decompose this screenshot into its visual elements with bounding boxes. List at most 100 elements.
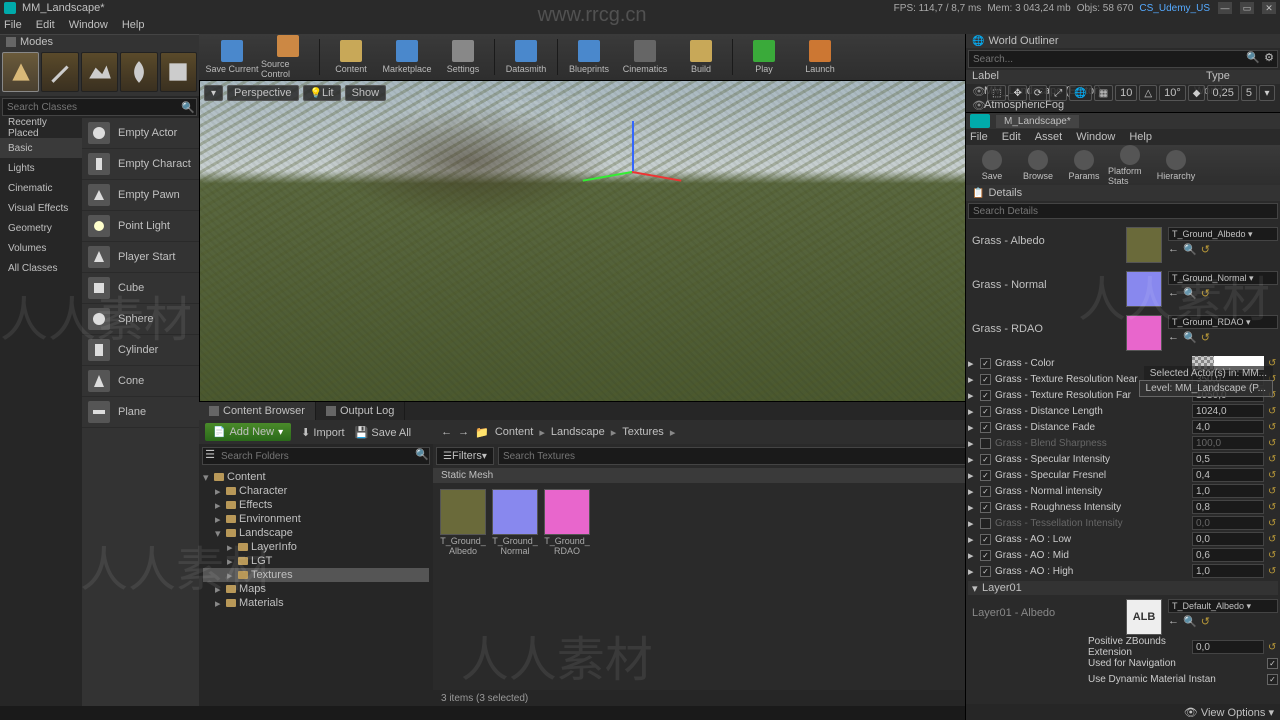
category-visual-effects[interactable]: Visual Effects	[0, 198, 82, 218]
browse-icon[interactable]: 🔍	[1183, 287, 1197, 300]
category-all-classes[interactable]: All Classes	[0, 258, 82, 278]
wo-search-input[interactable]	[969, 51, 1245, 67]
mat-menu-window[interactable]: Window	[1076, 131, 1115, 143]
datasmith-button[interactable]: Datasmith	[499, 35, 553, 79]
close-button[interactable]: ✕	[1262, 2, 1276, 14]
param-value[interactable]: 1,0	[1192, 564, 1264, 578]
param-checkbox[interactable]	[980, 358, 991, 369]
eye-icon[interactable]: 👁	[972, 85, 984, 98]
actor-cube[interactable]: Cube	[82, 273, 199, 304]
category-cinematic[interactable]: Cinematic	[0, 178, 82, 198]
param-value[interactable]: 0,4	[1192, 468, 1264, 482]
expand-arrow-icon[interactable]: ▸	[968, 549, 976, 562]
param-value[interactable]: 0,0	[1192, 516, 1264, 530]
param-value[interactable]: 0,6	[1192, 548, 1264, 562]
eye-icon[interactable]: 👁	[972, 99, 984, 112]
use-selected-icon[interactable]: ←	[1168, 287, 1179, 300]
param-checkbox[interactable]	[980, 470, 991, 481]
mat-params-button[interactable]: Params	[1062, 150, 1106, 181]
tree-landscape[interactable]: ▾Landscape	[203, 526, 429, 540]
grid-snap-value[interactable]: 10	[1115, 85, 1137, 101]
expand-arrow-icon[interactable]: ▸	[968, 357, 976, 370]
build-button[interactable]: Build	[674, 35, 728, 79]
texture-name-dropdown[interactable]: T_Default_Albedo ▾	[1168, 599, 1278, 613]
tree-maps[interactable]: ▸Maps	[203, 582, 429, 596]
actor-empty-pawn[interactable]: Empty Pawn	[82, 180, 199, 211]
param-checkbox[interactable]	[980, 422, 991, 433]
expand-arrow-icon[interactable]: ▸	[968, 453, 976, 466]
expand-arrow-icon[interactable]: ▸	[968, 501, 976, 514]
reset-icon[interactable]: ↺	[1268, 518, 1278, 529]
param-checkbox[interactable]	[980, 566, 991, 577]
mat-menu-file[interactable]: File	[970, 131, 988, 143]
filter-icon[interactable]: ☰	[203, 448, 217, 464]
menu-edit[interactable]: Edit	[36, 19, 55, 31]
thumb-t_ground_rdao[interactable]: T_Ground_RDAO	[543, 489, 591, 557]
scale-snap-value[interactable]: 0,25	[1207, 85, 1238, 101]
reset-icon[interactable]: ↺	[1268, 470, 1278, 481]
expand-arrow-icon[interactable]: ▸	[968, 485, 976, 498]
reset-icon[interactable]: ↺	[1268, 422, 1278, 433]
expand-arrow-icon[interactable]: ▸	[968, 517, 976, 530]
mat-tab[interactable]: M_Landscape*	[996, 115, 1079, 128]
coord-space[interactable]: 🌐	[1069, 85, 1091, 101]
actor-cylinder[interactable]: Cylinder	[82, 335, 199, 366]
cb-search-input[interactable]	[217, 448, 415, 464]
view-options-button[interactable]: 👁 View Options ▾	[1184, 706, 1274, 719]
param-value[interactable]: 4,0	[1192, 420, 1264, 434]
actor-plane[interactable]: Plane	[82, 397, 199, 428]
angle-snap-icon[interactable]: △	[1139, 85, 1157, 101]
param-checkbox[interactable]	[980, 438, 991, 449]
transform-select[interactable]: ⬚	[987, 85, 1006, 101]
mode-landscape[interactable]	[81, 52, 118, 92]
actor-point-light[interactable]: Point Light	[82, 211, 199, 242]
expand-arrow-icon[interactable]: ▸	[968, 437, 976, 450]
surface-snap[interactable]: ▦	[1094, 85, 1113, 101]
play-button[interactable]: Play	[737, 35, 791, 79]
bp-button[interactable]: Blueprints	[562, 35, 616, 79]
param-checkbox[interactable]	[980, 486, 991, 497]
tab-output-log[interactable]: Output Log	[316, 402, 405, 420]
param-value[interactable]: 1,0	[1192, 484, 1264, 498]
mode-foliage[interactable]	[120, 52, 157, 92]
reset-icon[interactable]: ↺	[1268, 438, 1278, 449]
use-selected-icon[interactable]: ←	[1168, 615, 1179, 628]
browse-icon[interactable]: 🔍	[1183, 615, 1197, 628]
tree-content[interactable]: ▾Content	[203, 470, 429, 484]
layer-group-header[interactable]: ▾Layer01	[968, 581, 1278, 595]
viewport-menu-button[interactable]: ▾	[204, 85, 223, 101]
maximize-viewport[interactable]: ▾	[1259, 85, 1275, 101]
tree-textures[interactable]: ▸Textures	[203, 568, 429, 582]
use-selected-icon[interactable]: ←	[1168, 243, 1179, 256]
save-button[interactable]: Save Current	[205, 35, 259, 79]
param-value[interactable]: 0,0	[1192, 532, 1264, 546]
actor-player-start[interactable]: Player Start	[82, 242, 199, 273]
reset-icon[interactable]: ↺	[1268, 534, 1278, 545]
crumb-content[interactable]: Content	[495, 426, 534, 438]
tree-effects[interactable]: ▸Effects	[203, 498, 429, 512]
reset-icon[interactable]: ↺	[1268, 454, 1278, 465]
menu-window[interactable]: Window	[69, 19, 108, 31]
mode-geometry[interactable]	[160, 52, 197, 92]
lit-button[interactable]: 💡Lit	[303, 85, 341, 101]
param-checkbox[interactable]	[980, 518, 991, 529]
transform-scale[interactable]: ⤢	[1049, 85, 1067, 101]
expand-arrow-icon[interactable]: ▸	[968, 389, 976, 402]
category-volumes[interactable]: Volumes	[0, 238, 82, 258]
reset-icon[interactable]: ↺	[1201, 243, 1210, 256]
minimize-button[interactable]: —	[1218, 2, 1232, 14]
reset-icon[interactable]: ↺	[1201, 615, 1210, 628]
actor-cone[interactable]: Cone	[82, 366, 199, 397]
nav-fwd[interactable]: →	[458, 426, 469, 438]
param-value[interactable]: 0,8	[1192, 500, 1264, 514]
texture-name-dropdown[interactable]: T_Ground_Normal ▾	[1168, 271, 1278, 285]
mat-menu-help[interactable]: Help	[1129, 131, 1152, 143]
settings-button[interactable]: Settings	[436, 35, 490, 79]
transform-rotate[interactable]: ⟳	[1029, 85, 1047, 101]
cine-button[interactable]: Cinematics	[618, 35, 672, 79]
texture-preview[interactable]	[1126, 315, 1162, 351]
actor-empty-charact[interactable]: Empty Charact	[82, 149, 199, 180]
col-label[interactable]: Label	[966, 70, 1200, 84]
texture-preview[interactable]: ALB	[1126, 599, 1162, 635]
market-button[interactable]: Marketplace	[380, 35, 434, 79]
